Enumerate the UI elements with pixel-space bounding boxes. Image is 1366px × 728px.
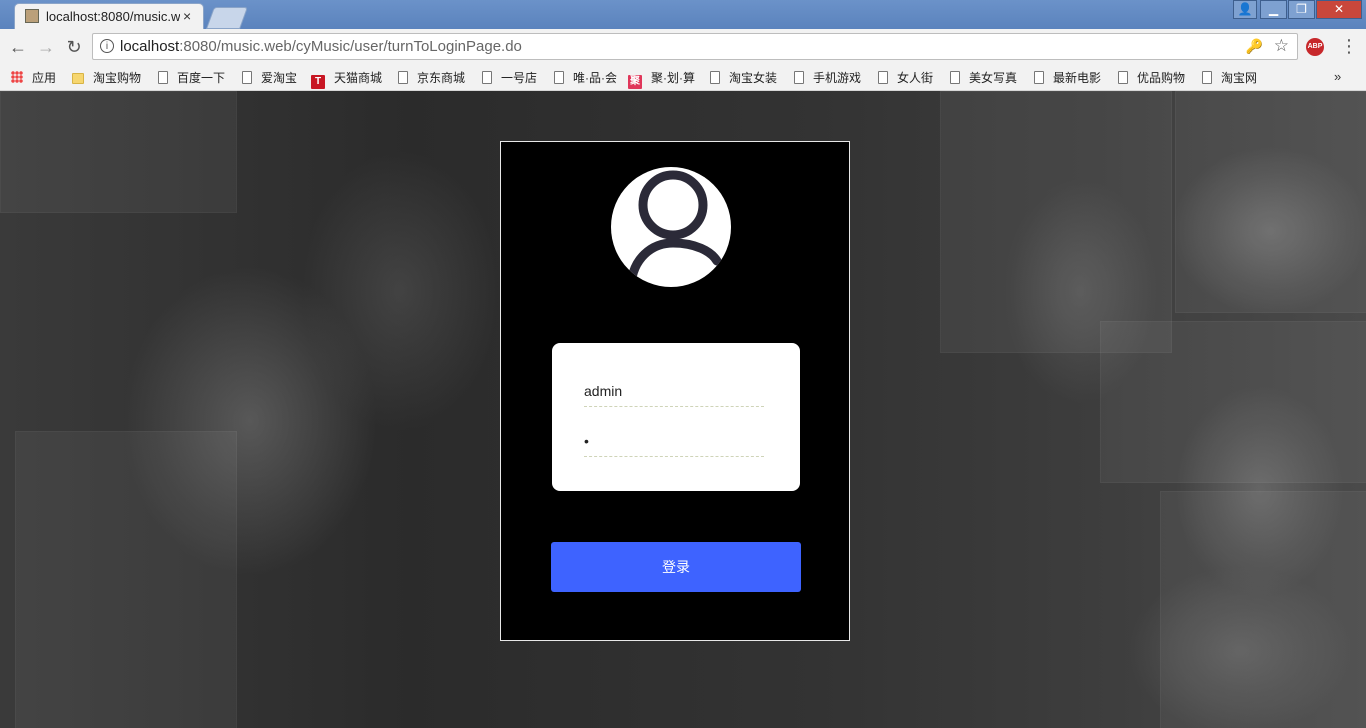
bookmark-label: 应用 xyxy=(32,71,57,85)
bookmarks-bar: 应用 淘宝购物 百度一下 爱淘宝 T 天猫商城 京东商城 一号店 唯·品·会 聚聚… xyxy=(0,65,1366,91)
bookmark-yhd[interactable]: 一号店 xyxy=(482,69,537,87)
key-icon[interactable]: 🔑 xyxy=(1246,38,1263,55)
page-icon xyxy=(1118,71,1128,84)
bookmark-label: 优品购物 xyxy=(1137,71,1186,85)
bookmark-label: 美女写真 xyxy=(969,71,1018,85)
bookmark-label: 唯·品·会 xyxy=(573,71,617,85)
close-window-button[interactable]: ✕ xyxy=(1316,0,1362,19)
browser-toolbar: ← → ↻ i localhost:8080/music.web/cyMusic… xyxy=(0,29,1366,65)
bookmark-taobao-women[interactable]: 淘宝女装 xyxy=(710,69,777,87)
login-button[interactable]: 登录 xyxy=(551,542,801,592)
background-photo xyxy=(0,91,237,213)
maximize-button[interactable]: ❐ xyxy=(1288,0,1315,19)
minimize-button[interactable]: ▁ xyxy=(1260,0,1287,19)
page-icon xyxy=(950,71,960,84)
bookmark-label: 淘宝购物 xyxy=(93,71,142,85)
bookmark-label: 淘宝网 xyxy=(1221,71,1258,85)
browser-menu-icon[interactable]: ⋮ xyxy=(1340,36,1358,57)
bookmark-youpin[interactable]: 优品购物 xyxy=(1118,69,1185,87)
bookmark-star-icon[interactable]: ☆ xyxy=(1274,36,1289,56)
bookmark-label: 最新电影 xyxy=(1053,71,1102,85)
url-host: localhost xyxy=(120,38,180,55)
bookmark-label: 天猫商城 xyxy=(334,71,383,85)
new-tab-button[interactable] xyxy=(205,7,249,29)
url-path: :8080/music.web/cyMusic/user/turnToLogin… xyxy=(179,38,522,55)
page-icon xyxy=(242,71,252,84)
address-bar[interactable]: i localhost:8080/music.web/cyMusic/user/… xyxy=(92,33,1298,60)
page-icon xyxy=(1202,71,1212,84)
tmall-icon: T xyxy=(311,75,325,89)
ju-icon: 聚 xyxy=(628,75,642,89)
password-input[interactable] xyxy=(584,426,764,457)
page-icon xyxy=(482,71,492,84)
bookmark-apps[interactable]: 应用 xyxy=(11,69,56,87)
reload-button[interactable]: ↻ xyxy=(62,35,86,59)
bookmark-juhuasuan[interactable]: 聚聚·划·算 xyxy=(628,69,695,89)
bookmark-taobao-shopping[interactable]: 淘宝购物 xyxy=(72,69,141,87)
bookmark-photos[interactable]: 美女写真 xyxy=(950,69,1017,87)
bookmark-label: 爱淘宝 xyxy=(261,71,298,85)
bookmark-mobile-games[interactable]: 手机游戏 xyxy=(794,69,861,87)
bookmark-label: 百度一下 xyxy=(177,71,226,85)
bookmark-taobao-net[interactable]: 淘宝网 xyxy=(1202,69,1257,87)
back-button[interactable]: ← xyxy=(6,35,30,59)
tab-title: localhost:8080/music.w xyxy=(46,9,180,24)
site-info-icon[interactable]: i xyxy=(100,39,114,53)
bookmark-label: 京东商城 xyxy=(417,71,466,85)
page-favicon-icon xyxy=(25,9,39,23)
login-card: 登录 xyxy=(500,141,850,641)
bookmark-label: 一号店 xyxy=(501,71,538,85)
login-page-background: 登录 xyxy=(0,91,1366,728)
user-icon xyxy=(626,170,722,287)
browser-title-bar: localhost:8080/music.w × 👤 ▁ ❐ ✕ xyxy=(0,0,1366,29)
address-url[interactable]: localhost:8080/music.web/cyMusic/user/tu… xyxy=(120,38,522,55)
bookmark-women-street[interactable]: 女人街 xyxy=(878,69,933,87)
page-icon xyxy=(794,71,804,84)
page-icon xyxy=(1034,71,1044,84)
adblock-plus-icon[interactable]: ABP xyxy=(1306,38,1324,56)
background-photo xyxy=(1100,321,1366,483)
bookmark-label: 淘宝女装 xyxy=(729,71,778,85)
apps-icon xyxy=(11,71,23,83)
tab-close-icon[interactable]: × xyxy=(183,8,191,24)
page-icon xyxy=(554,71,564,84)
page-icon xyxy=(878,71,888,84)
login-form xyxy=(552,343,800,491)
user-profile-button[interactable]: 👤 xyxy=(1233,0,1257,19)
bookmark-jd[interactable]: 京东商城 xyxy=(398,69,465,87)
background-photo xyxy=(940,91,1172,353)
bookmark-baidu[interactable]: 百度一下 xyxy=(158,69,225,87)
username-input[interactable] xyxy=(584,376,764,407)
user-avatar xyxy=(611,167,731,287)
bookmark-label: 手机游戏 xyxy=(813,71,862,85)
bookmark-vip[interactable]: 唯·品·会 xyxy=(554,69,617,87)
page-icon xyxy=(398,71,408,84)
background-photo xyxy=(1175,91,1366,313)
bookmark-tmall[interactable]: T 天猫商城 xyxy=(311,69,383,89)
browser-tab[interactable]: localhost:8080/music.w × xyxy=(14,3,204,29)
bookmark-label: 女人街 xyxy=(897,71,934,85)
page-icon xyxy=(710,71,720,84)
background-photo xyxy=(15,431,237,728)
bookmark-movies[interactable]: 最新电影 xyxy=(1034,69,1101,87)
page-icon xyxy=(158,71,168,84)
folder-icon xyxy=(72,73,84,84)
bookmark-ai-taobao[interactable]: 爱淘宝 xyxy=(242,69,297,87)
bookmarks-overflow-icon[interactable]: » xyxy=(1334,69,1341,84)
background-photo xyxy=(1160,491,1366,728)
forward-button[interactable]: → xyxy=(34,35,58,59)
bookmark-label: 聚·划·算 xyxy=(651,71,695,85)
